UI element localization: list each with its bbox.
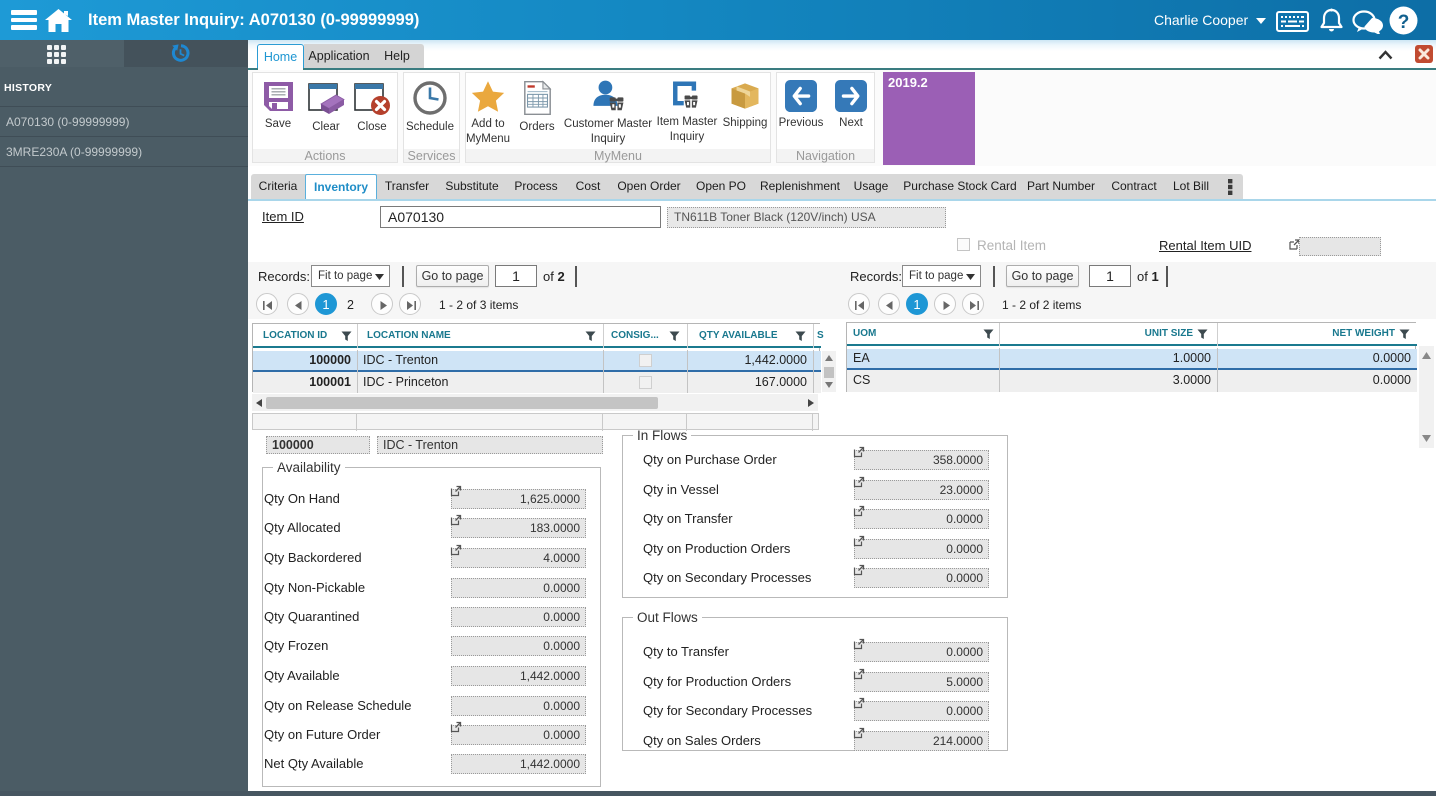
svg-text:?: ? <box>1398 12 1410 33</box>
